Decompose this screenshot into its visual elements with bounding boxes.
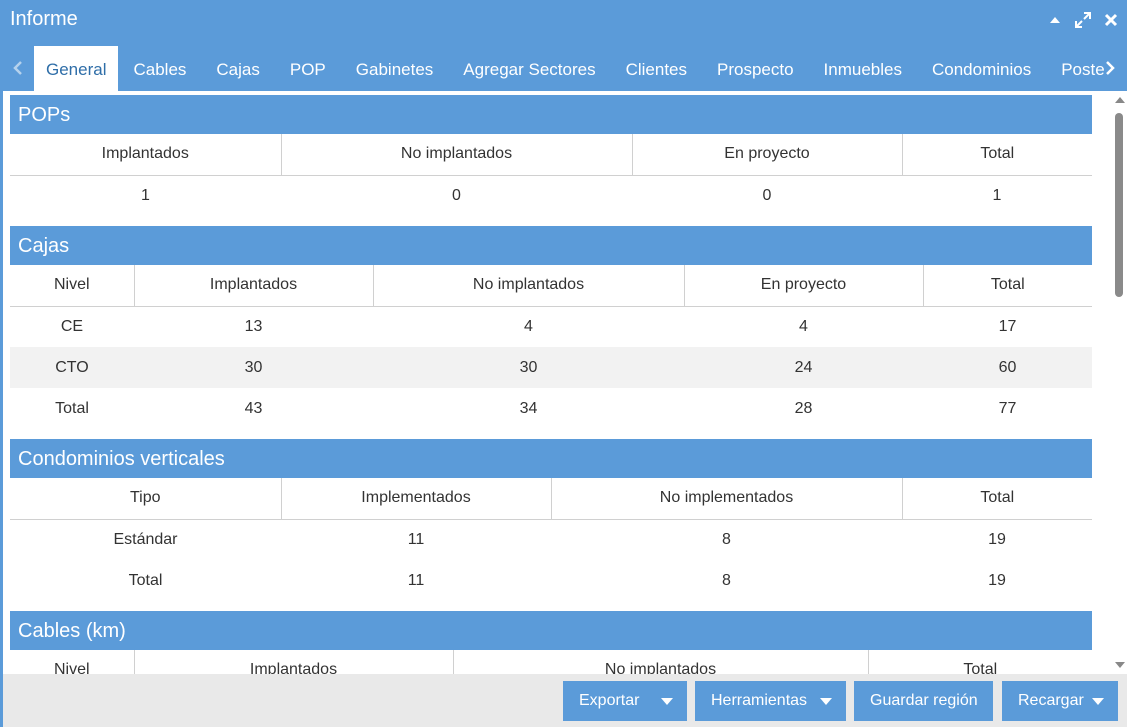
column-header: No implementados (551, 478, 903, 520)
table-cell: 24 (684, 347, 923, 388)
column-header: En proyecto (684, 265, 924, 307)
column-header: Implantados (10, 134, 282, 176)
tab-cajas[interactable]: Cajas (201, 46, 274, 91)
table-cell: CE (60, 317, 84, 335)
column-header: Nivel (10, 650, 135, 674)
herramientas-button[interactable]: Herramientas (695, 681, 846, 721)
footer-toolbar: Exportar Herramientas Guardar región Rec… (3, 674, 1127, 727)
table-cell: 11 (407, 571, 425, 589)
close-icon[interactable] (1101, 10, 1121, 30)
column-header: Total (902, 478, 1092, 520)
scroll-up-icon[interactable] (1115, 97, 1125, 103)
window-title: Informe (10, 8, 78, 30)
column-header: Tipo (10, 478, 282, 520)
chevron-down-icon (820, 698, 832, 705)
table-cell: 4 (524, 317, 533, 335)
scrollbar-thumb[interactable] (1115, 113, 1123, 297)
column-header: Implantados (134, 265, 374, 307)
tab-cables[interactable]: Cables (118, 46, 201, 91)
tab-bar: General Cables Cajas POP Gabinetes Agreg… (0, 44, 1127, 91)
table-cell: CTO (10, 347, 134, 388)
column-header: Total (868, 650, 1092, 674)
table-cell: 11 (407, 530, 425, 548)
table-cell: 43 (244, 399, 263, 417)
tab-condominios[interactable]: Condominios (917, 46, 1046, 91)
maximize-icon[interactable] (1073, 10, 1093, 30)
title-bar[interactable]: Informe (0, 0, 1127, 40)
table-row: Total 43 34 28 77 (10, 388, 1092, 429)
exportar-button[interactable]: Exportar (563, 681, 687, 721)
column-header: No implantados (281, 134, 633, 176)
table-cell: 13 (244, 317, 263, 335)
column-header: Nivel (10, 265, 135, 307)
table-cell: 1 (141, 186, 150, 204)
tab-general[interactable]: General (34, 46, 119, 91)
table-row: 1 0 0 1 (10, 175, 1092, 216)
column-header: No implantados (373, 265, 685, 307)
table-cell: 0 (452, 186, 461, 204)
table-cell: 77 (998, 399, 1017, 417)
tab-clientes[interactable]: Clientes (611, 46, 702, 91)
cajas-section: Cajas Nivel Implantados No implantados E… (10, 226, 1092, 429)
column-header: No implantados (453, 650, 869, 674)
button-label: Exportar (579, 692, 640, 709)
table-row: Estándar 11 8 19 (10, 519, 1092, 560)
column-header: Implantados (134, 650, 454, 674)
tab-gabinetes[interactable]: Gabinetes (341, 46, 449, 91)
chevron-down-icon (1092, 698, 1104, 705)
table-cell: 19 (988, 530, 1006, 548)
table-cell: 60 (923, 347, 1092, 388)
report-content: POPs Implantados No implantados En proye… (3, 91, 1127, 674)
table-cell: Total (128, 571, 163, 589)
tab-pop[interactable]: POP (275, 46, 341, 91)
chevron-down-icon (661, 698, 673, 705)
table-cell: 1 (992, 186, 1002, 204)
tab-scroll-right-icon[interactable] (1100, 56, 1120, 80)
cajas-table: Nivel Implantados No implantados En proy… (10, 265, 1092, 429)
pops-table: Implantados No implantados En proyecto T… (10, 134, 1092, 216)
button-label: Recargar (1018, 692, 1084, 709)
tab-scroll-left-icon[interactable] (8, 56, 28, 80)
table-cell: 0 (762, 186, 772, 204)
table-cell: 8 (722, 571, 731, 589)
column-header: Total (902, 134, 1092, 176)
table-cell: Total (55, 399, 89, 417)
column-header: Total (923, 265, 1092, 307)
scroll-down-icon[interactable] (1115, 662, 1125, 668)
tab-inmuebles[interactable]: Inmuebles (809, 46, 917, 91)
cables-table: Nivel Implantados No implantados Total (10, 650, 1092, 674)
table-cell: 8 (722, 530, 731, 548)
section-title: Cajas (10, 226, 1092, 265)
tab-prospecto[interactable]: Prospecto (702, 46, 809, 91)
table-row: Total 11 8 19 (10, 560, 1092, 601)
section-title: POPs (10, 95, 1092, 134)
report-window: Informe General Cables Cajas POP Gabinet… (0, 0, 1127, 727)
table-cell: Estándar (113, 530, 178, 548)
button-label: Guardar región (870, 692, 978, 709)
section-title: Cables (km) (10, 611, 1092, 650)
table-cell: 4 (799, 317, 808, 335)
tab-agregar-sectores[interactable]: Agregar Sectores (448, 46, 610, 91)
cables-section: Cables (km) Nivel Implantados No implant… (10, 611, 1092, 674)
guardar-region-button[interactable]: Guardar región (854, 681, 993, 721)
table-cell: 28 (794, 399, 813, 417)
condominios-section: Condominios verticales Tipo Implementado… (10, 439, 1092, 601)
table-cell: 34 (519, 399, 538, 417)
column-header: Implementados (281, 478, 552, 520)
vertical-scrollbar[interactable] (1111, 91, 1127, 674)
collapse-icon[interactable] (1045, 10, 1065, 30)
pops-section: POPs Implantados No implantados En proye… (10, 95, 1092, 216)
table-cell: 30 (134, 347, 373, 388)
table-row: CTO 30 30 24 60 (10, 347, 1092, 388)
column-header: En proyecto (632, 134, 903, 176)
condominios-table: Tipo Implementados No implementados Tota… (10, 478, 1092, 601)
table-cell: 17 (998, 317, 1017, 335)
recargar-button[interactable]: Recargar (1002, 681, 1118, 721)
button-label: Herramientas (711, 692, 808, 709)
table-row: CE 13 4 4 17 (10, 306, 1092, 347)
section-title: Condominios verticales (10, 439, 1092, 478)
table-cell: 19 (988, 571, 1006, 589)
table-cell: 30 (373, 347, 684, 388)
